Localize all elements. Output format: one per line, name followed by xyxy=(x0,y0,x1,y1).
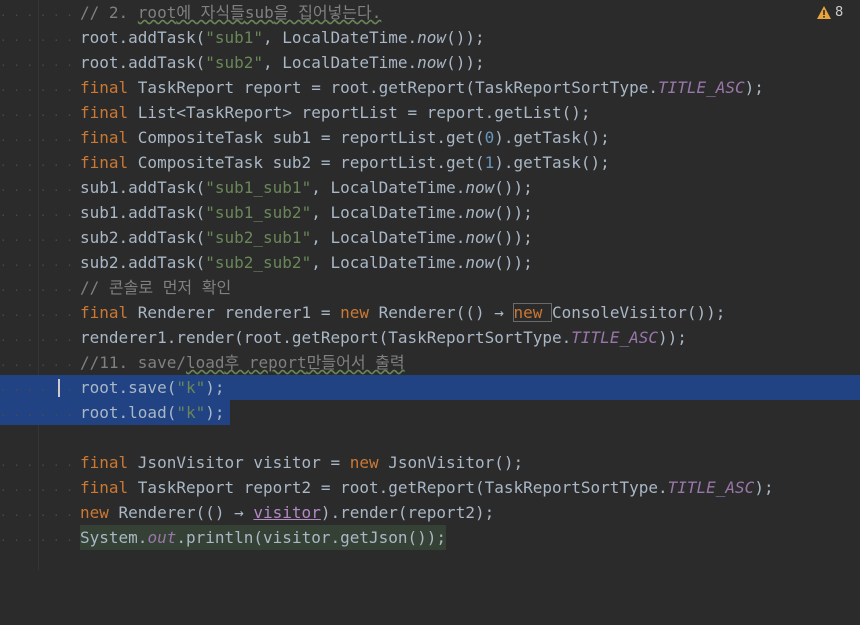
code-line[interactable]: . . . . . . . . . . . . // 2. root에 자식들s… xyxy=(0,0,860,25)
code-editor[interactable]: . . . . . . . . . . . . // 2. root에 자식들s… xyxy=(0,0,860,570)
code-line[interactable]: . . . . . . . . . . . . sub2.addTask("su… xyxy=(0,225,860,250)
code-line[interactable]: . . . . . . . . . . . . final CompositeT… xyxy=(0,125,860,150)
text-caret xyxy=(58,379,60,397)
warnings-indicator[interactable]: 8 xyxy=(816,3,843,21)
code-line[interactable]: . . . . . . . . . . . . final TaskReport… xyxy=(0,75,860,100)
code-line-selected[interactable]: . . . . . . . . . . . . root.save("k"); xyxy=(0,375,860,400)
code-line[interactable]: . . . . . . . . . . . . final TaskReport… xyxy=(0,475,860,500)
code-line[interactable]: . . . . . . . . . . . . root.addTask("su… xyxy=(0,50,860,75)
code-line[interactable]: . . . . . . . . . . . . final JsonVisito… xyxy=(0,450,860,475)
code-line[interactable]: . . . . . . . . . . . . sub1.addTask("su… xyxy=(0,175,860,200)
code-line[interactable]: . . . . . . . . . . . . //11. save/load후… xyxy=(0,350,860,375)
code-line[interactable]: . . . . . . . . . . . . final CompositeT… xyxy=(0,150,860,175)
code-line[interactable]: . . . . . . . . . . . . final Renderer r… xyxy=(0,300,860,325)
code-line-selected[interactable]: . . . . . . . . . . . . root.load("k"); xyxy=(0,400,860,425)
warnings-count: 8 xyxy=(835,4,844,20)
code-line[interactable]: . . . . . . . . . . . . sub2.addTask("su… xyxy=(0,250,860,275)
code-line[interactable]: . . . . . . . . . . . . new Renderer(() … xyxy=(0,500,860,525)
code-line[interactable]: . . . . . . . . . . . . // 콘솔로 먼저 확인 xyxy=(0,275,860,300)
code-line[interactable]: . . . . . . . . . . . . renderer1.render… xyxy=(0,325,860,350)
code-line[interactable]: . . . . . . . . . . . . root.addTask("su… xyxy=(0,25,860,50)
code-line[interactable]: . . . . . . . . . . . . System.out.print… xyxy=(0,525,860,550)
code-line[interactable] xyxy=(0,425,860,450)
code-line[interactable]: . . . . . . . . . . . . final List<TaskR… xyxy=(0,100,860,125)
warning-triangle-icon xyxy=(816,5,832,20)
whitespace-dots: . . . . . . . . . . . . xyxy=(0,6,80,19)
code-line[interactable]: . . . . . . . . . . . . sub1.addTask("su… xyxy=(0,200,860,225)
